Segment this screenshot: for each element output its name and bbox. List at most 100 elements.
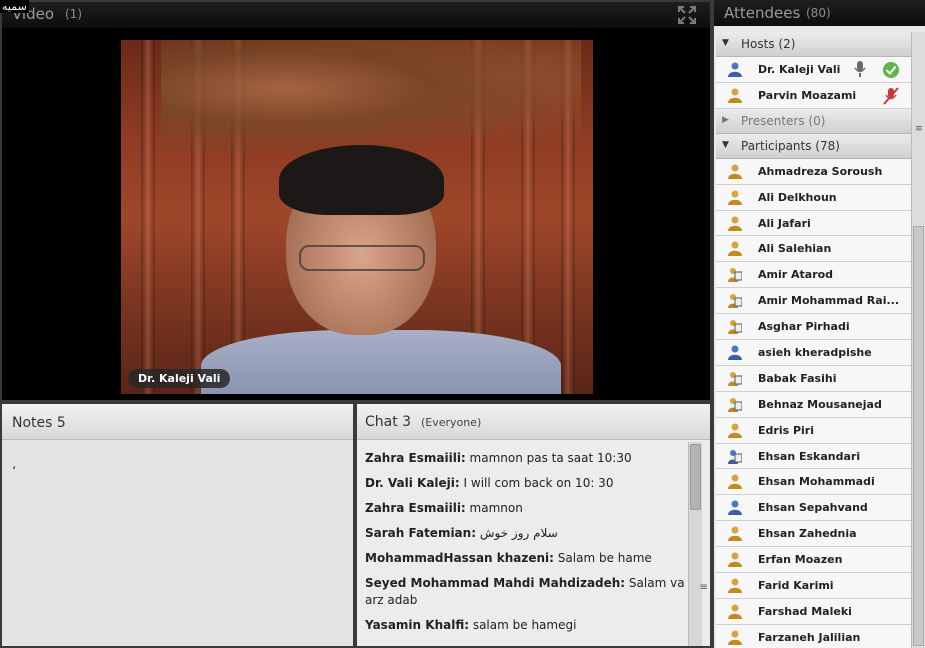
attendee-row[interactable]: Babak Fasihi: [716, 365, 911, 392]
user-screen-icon: [728, 397, 742, 412]
chat-pod: Chat 3 (Everyone) Zahra Esmaiili: mamnon…: [355, 402, 712, 648]
user-screen-icon: [728, 268, 742, 283]
video-nameplate: Dr. Kaleji Vali: [128, 369, 231, 388]
attendees-pod-title: Attendees: [724, 4, 801, 22]
attendee-name: Ehsan Zahednia: [758, 527, 857, 541]
chat-scroll-thumb[interactable]: [690, 444, 701, 510]
chat-text: I will com back on 10: 30: [459, 476, 614, 490]
attendees-menu-grip-icon[interactable]: ≡: [915, 124, 923, 134]
participant-list: Ahmadreza Soroush Ali Delkhoun Ali Jafari A…: [716, 158, 911, 648]
chat-sender: Zahra Esmaiili:: [365, 501, 466, 515]
fullscreen-icon[interactable]: [678, 6, 696, 24]
attendee-row[interactable]: Erfan Moazen: [716, 547, 911, 574]
attendees-pod-count: (80): [806, 6, 831, 20]
attendee-row[interactable]: Ali Salehian: [716, 236, 911, 263]
attendee-row[interactable]: Farid Karimi: [716, 573, 911, 599]
attendee-name: Amir Atarod: [758, 268, 834, 282]
attendee-row[interactable]: Ali Jafari: [716, 210, 911, 237]
attendee-name: Ehsan Eskandari: [758, 449, 861, 463]
curtain-valance: [161, 40, 581, 160]
attendee-name: Ali Salehian: [758, 242, 832, 256]
attendee-row[interactable]: Ehsan Sepahvand: [716, 495, 911, 522]
attendee-name: Amir Mohammad Rai...: [758, 294, 900, 308]
attendee-name: asieh kheradpishe: [758, 346, 872, 360]
attendees-scrollbar[interactable]: ≡: [911, 32, 925, 648]
attendee-row[interactable]: Ehsan Zahednia: [716, 521, 911, 548]
user-icon: [728, 630, 742, 645]
chat-sender: MohammadHassan khazeni:: [365, 551, 554, 565]
user-screen-icon: [728, 294, 742, 309]
section-hosts[interactable]: ▼ Hosts (2): [716, 32, 911, 57]
chat-text: salam be hamegi: [469, 618, 577, 632]
attendees-pod: Attendees (80) ▼ Hosts (2) Dr. Kaleji Va…: [712, 0, 925, 648]
speaker-glasses: [299, 245, 425, 271]
user-icon: [728, 216, 742, 231]
microphone-icon[interactable]: [853, 61, 867, 78]
chat-text: mamnon pas ta saat 10:30: [465, 451, 632, 465]
notes-pod-title: Notes 5: [12, 415, 66, 431]
attendee-row-host[interactable]: Dr. Kaleji Vali: [716, 57, 911, 83]
attendee-name: Erfan Moazen: [758, 553, 843, 567]
chat-message: MohammadHassan khazeni: Salam be hame: [365, 550, 687, 567]
chat-message-list: Zahra Esmaiili: mamnon pas ta saat 10:30…: [365, 450, 687, 642]
notes-pod: Notes 5 ،: [0, 402, 355, 648]
attendee-name: Farshad Maleki: [758, 604, 852, 618]
section-label: Participants (78): [741, 138, 840, 153]
attendee-row[interactable]: Edris Piri: [716, 417, 911, 444]
section-label: Presenters (0): [741, 113, 826, 128]
chat-text: سلام روز خوش: [476, 526, 558, 540]
attendee-name: Farzaneh Jalilian: [758, 630, 861, 644]
chat-message: Sarah Fatemian: سلام روز خوش: [365, 525, 687, 542]
user-icon: [728, 164, 742, 179]
user-icon: [728, 578, 742, 594]
microphone-muted-icon[interactable]: [882, 87, 900, 105]
attendee-row[interactable]: Asghar Pirhadi: [716, 314, 911, 341]
attendee-name: Ali Delkhoun: [758, 190, 837, 204]
attendee-row[interactable]: Behnaz Mousanejad: [716, 391, 911, 418]
chat-sender: Dr. Vali Kaleji:: [365, 476, 460, 490]
chat-message: Zahra Esmaiili: mamnon pas ta saat 10:30: [365, 450, 687, 467]
chat-menu-grip-icon[interactable]: ≡: [700, 582, 708, 593]
notes-pod-header: Notes 5: [2, 404, 353, 440]
section-participants[interactable]: ▼ Participants (78): [716, 133, 911, 159]
section-label: Hosts (2): [741, 37, 796, 51]
video-pod-header: Video (1): [2, 2, 710, 28]
chat-pod-header: Chat 3 (Everyone): [357, 404, 710, 440]
attendee-row[interactable]: Amir Atarod: [716, 262, 911, 289]
chat-scrollbar[interactable]: [688, 442, 702, 646]
user-blue-screen-icon: [728, 449, 742, 464]
section-presenters[interactable]: ▶ Presenters (0): [716, 108, 911, 134]
user-icon: [728, 241, 742, 257]
chat-pod-title: Chat 3: [365, 414, 412, 430]
video-feed[interactable]: Dr. Kaleji Vali: [121, 40, 593, 394]
attendee-row[interactable]: asieh kheradpishe: [716, 340, 911, 366]
attendee-row[interactable]: Ehsan Eskandari: [716, 443, 911, 470]
status-ok-icon: [883, 62, 899, 78]
chat-sender: Yasamin Khalfi:: [365, 618, 470, 632]
attendee-name: Farid Karimi: [758, 579, 834, 593]
chat-scope-label: (Everyone): [421, 416, 482, 429]
attendees-scroll-thumb[interactable]: [913, 226, 924, 646]
notes-content[interactable]: ،: [12, 458, 16, 472]
chat-text: Salam be hame: [553, 551, 652, 565]
attendee-name: Behnaz Mousanejad: [758, 397, 882, 411]
attendee-row[interactable]: Ali Delkhoun: [716, 184, 911, 211]
chat-message: Seyed Mohammad Mahdi Mahdizadeh: Salam v…: [365, 575, 687, 609]
chat-message: Zahra Esmaiili: mamnon: [365, 500, 687, 517]
user-blue-icon: [728, 500, 742, 516]
user-icon: [728, 190, 742, 205]
attendee-row[interactable]: Ehsan Mohammadi: [716, 469, 911, 496]
attendee-row[interactable]: Ahmadreza Soroush: [716, 158, 911, 185]
attendee-name: Babak Fasihi: [758, 371, 837, 385]
host-user-icon: [728, 88, 742, 103]
attendee-row[interactable]: Amir Mohammad Rai...: [716, 288, 911, 315]
user-icon: [728, 552, 742, 568]
attendee-row[interactable]: Farzaneh Jalilian: [716, 624, 911, 648]
chat-sender: Zahra Esmaiili:: [365, 451, 466, 465]
attendee-list: ▼ Hosts (2) Dr. Kaleji Vali Parvin Moaza…: [716, 32, 911, 648]
attendee-row-host[interactable]: Parvin Moazami: [716, 82, 911, 109]
chat-sender: Seyed Mohammad Mahdi Mahdizadeh:: [365, 576, 626, 590]
host-user-icon: [728, 62, 742, 77]
expanded-arrow-icon: ▼: [722, 139, 729, 150]
attendee-row[interactable]: Farshad Maleki: [716, 598, 911, 625]
